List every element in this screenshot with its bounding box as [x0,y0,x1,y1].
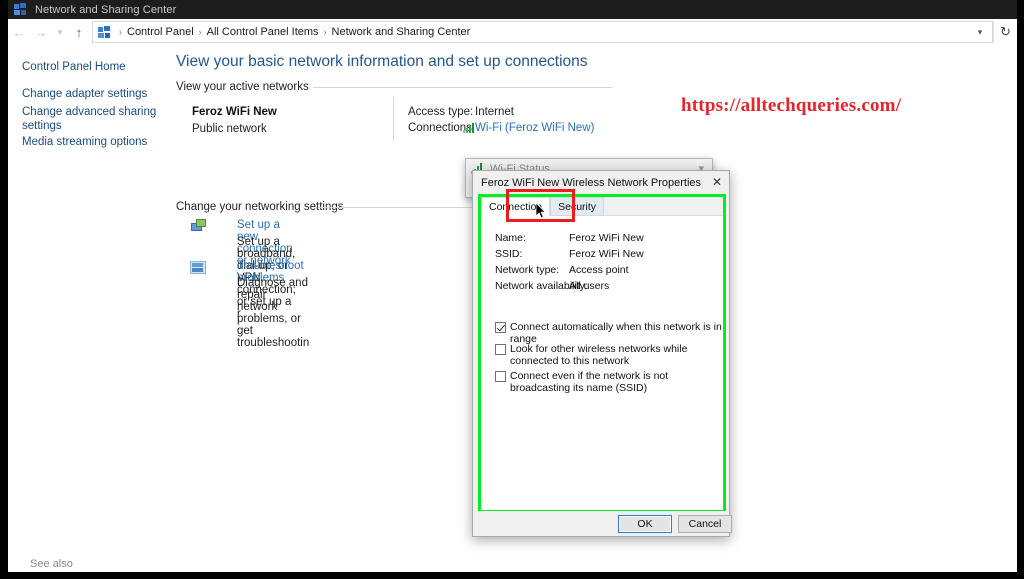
active-networks-label: View your active networks [176,81,309,93]
cancel-button[interactable]: Cancel [678,515,732,533]
refresh-icon[interactable]: ↻ [993,21,1017,43]
breadcrumb-separator: › [119,27,122,37]
network-icon [14,3,27,16]
recent-locations-button[interactable]: ▾ [52,21,68,43]
forward-button[interactable]: → [30,21,52,43]
mouse-pointer-icon [536,203,547,219]
connection-tab-panel: Name: Feroz WiFi New SSID: Feroz WiFi Ne… [481,216,723,510]
checkbox-label: Look for other wireless networks while c… [510,343,688,367]
breadcrumb-item-control-panel[interactable]: Control Panel [127,26,194,38]
breadcrumb-separator: › [198,27,202,37]
connections-value-link[interactable]: Wi-Fi (Feroz WiFi New) [475,122,594,134]
page-title: View your basic network information and … [176,53,588,70]
dialog-titlebar: Feroz WiFi New Wireless Network Properti… [473,171,729,194]
network-icon [98,25,111,39]
address-bar[interactable]: › Control Panel › All Control Panel Item… [92,21,993,43]
checkbox-box[interactable] [495,371,506,382]
breadcrumb-separator: › [323,27,327,37]
field-value-name: Feroz WiFi New [569,232,644,244]
task-description: Diagnose and repair network problems, or… [237,277,310,349]
wifi-signal-icon [463,123,475,133]
wireless-network-properties-dialog: Feroz WiFi New Wireless Network Properti… [472,170,732,537]
breadcrumb-item-all-control-panel-items[interactable]: All Control Panel Items [207,26,319,38]
address-toolbar: ← → ▾ ↑ › Control Panel › All Control Pa… [8,19,1017,45]
window-title: Network and Sharing Center [35,3,177,16]
section-divider [313,87,613,88]
close-icon[interactable]: ✕ [708,174,726,190]
troubleshoot-icon [190,260,208,276]
field-value-network-type: Access point [569,264,629,276]
screenshot-root: Network and Sharing Center ← → ▾ ↑ › Con… [0,0,1024,579]
tab-security[interactable]: Security [550,197,605,216]
sidebar-item-change-advanced-sharing-settings[interactable]: Change advanced sharing settings [22,105,157,133]
sidebar-item-change-adapter-settings[interactable]: Change adapter settings [22,87,157,101]
checkbox-box[interactable] [495,322,506,333]
breadcrumb: › Control Panel › All Control Panel Item… [114,26,470,38]
sidebar: Control Panel Home Change adapter settin… [8,45,168,572]
active-network-type: Public network [192,123,267,135]
field-label-ssid: SSID: [495,248,523,260]
checkbox-box[interactable] [495,344,506,355]
up-button[interactable]: ↑ [68,21,90,43]
dialog-footer: OK Cancel [473,511,732,536]
sidebar-item-control-panel-home[interactable]: Control Panel Home [22,60,157,74]
sidebar-item-media-streaming-options[interactable]: Media streaming options [22,135,157,149]
breadcrumb-item-network-and-sharing-center[interactable]: Network and Sharing Center [332,26,471,38]
ok-button[interactable]: OK [618,515,672,533]
field-value-network-availability: All users [569,280,610,292]
address-bar-right: ▾ [970,27,990,38]
vertical-divider [393,97,394,141]
field-label-network-type: Network type: [495,264,560,276]
explorer-window: Network and Sharing Center ← → ▾ ↑ › Con… [8,0,1017,572]
window-titlebar: Network and Sharing Center [8,0,1017,19]
dialog-body: Connection Security Name: Feroz WiFi New… [478,194,726,513]
watermark-url: https://alltechqueries.com/ [681,95,902,116]
field-value-ssid: Feroz WiFi New [569,248,644,260]
dialog-title: Feroz WiFi New Wireless Network Properti… [481,176,702,189]
new-connection-icon [190,219,208,235]
checkbox-label: Connect automatically when this network … [510,321,722,345]
access-type-key: Access type: [408,106,474,118]
active-network-name: Feroz WiFi New [192,106,277,118]
see-also-label: See also [30,558,73,570]
field-label-name: Name: [495,232,526,244]
checkbox-label: Connect even if the network is not broad… [510,370,669,394]
chevron-down-icon[interactable]: ▾ [970,27,990,38]
back-button[interactable]: ← [8,21,30,43]
access-type-value: Internet [475,106,514,118]
tabstrip: Connection Security [481,197,723,216]
